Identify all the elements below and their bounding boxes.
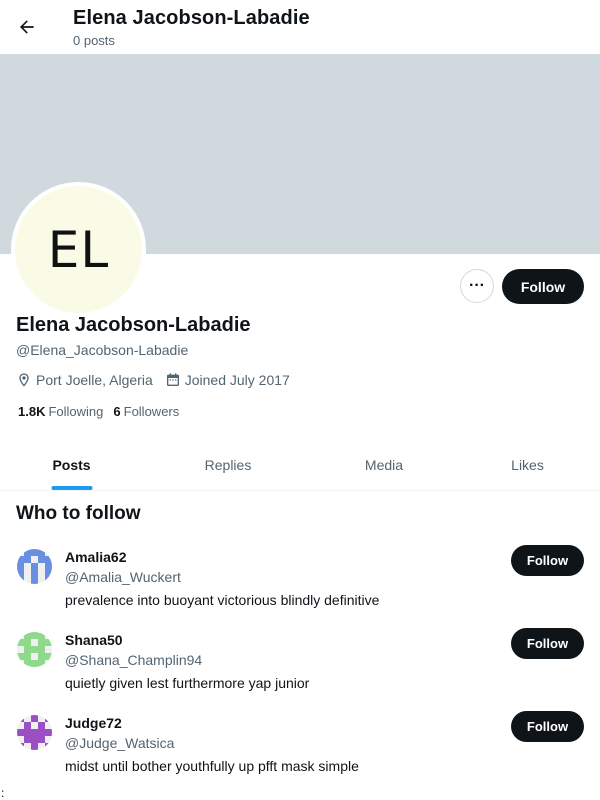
- suggestion-handle: @Shana_Champlin94: [65, 652, 203, 668]
- tab-posts-label: Posts: [52, 457, 91, 473]
- more-horizontal-icon: ···: [469, 277, 485, 294]
- followers-count: 6: [113, 404, 121, 419]
- active-tab-indicator: [51, 486, 92, 490]
- suggestion-bio: quietly given lest furthermore yap junio…: [65, 675, 310, 691]
- profile-tabs: Posts Replies Media Likes: [0, 440, 600, 491]
- identicon-icon: [17, 632, 52, 667]
- follow-button[interactable]: Follow: [502, 269, 584, 304]
- followers-label: Followers: [123, 404, 180, 419]
- avatar-initials: EL: [15, 186, 142, 313]
- profile-handle: @Elena_Jacobson-Labadie: [16, 342, 189, 358]
- followers-link[interactable]: 6 Followers: [113, 404, 179, 419]
- tab-replies-label: Replies: [204, 457, 252, 473]
- tab-posts[interactable]: Posts: [0, 440, 143, 490]
- tab-replies[interactable]: Replies: [143, 440, 313, 490]
- follow-button[interactable]: Follow: [511, 545, 584, 576]
- suggestion-name[interactable]: Amalia62: [65, 549, 126, 565]
- profile-name: Elena Jacobson-Labadie: [16, 314, 251, 336]
- following-link[interactable]: 1.8K Following: [18, 404, 103, 419]
- profile-header: Elena Jacobson-Labadie 0 posts: [0, 0, 600, 54]
- arrow-left-icon: [20, 20, 34, 34]
- tab-likes[interactable]: Likes: [455, 440, 600, 490]
- avatar[interactable]: [17, 632, 52, 667]
- suggestion-bio: midst until bother youthfully up pfft ma…: [65, 758, 359, 774]
- location-item: Port Joelle, Algeria: [16, 372, 153, 388]
- suggestion-name[interactable]: Judge72: [65, 715, 122, 731]
- follow-stats: 1.8K Following 6 Followers: [18, 404, 189, 419]
- following-count: 1.8K: [18, 404, 46, 419]
- follow-button[interactable]: Follow: [511, 628, 584, 659]
- location-text: Port Joelle, Algeria: [36, 372, 153, 388]
- following-label: Following: [48, 404, 104, 419]
- avatar[interactable]: [17, 549, 52, 584]
- follow-button[interactable]: Follow: [511, 711, 584, 742]
- joined-item: Joined July 2017: [165, 372, 290, 388]
- calendar-icon: [166, 373, 179, 386]
- more-options-button[interactable]: ···: [460, 269, 494, 303]
- tab-media[interactable]: Media: [313, 440, 455, 490]
- identicon-icon: [17, 549, 52, 584]
- post-count: 0 posts: [73, 33, 115, 48]
- tab-media-label: Media: [364, 457, 404, 473]
- tab-likes-label: Likes: [511, 457, 544, 473]
- avatar[interactable]: [17, 715, 52, 750]
- header-title: Elena Jacobson-Labadie: [73, 7, 310, 29]
- location-pin-icon: [19, 373, 29, 387]
- suggestion-bio: prevalence into buoyant victorious blind…: [65, 592, 380, 608]
- joined-text: Joined July 2017: [184, 372, 290, 388]
- list-item[interactable]: Amalia62 @Amalia_Wuckert prevalence into…: [0, 545, 600, 632]
- list-item[interactable]: Shana50 @Shana_Champlin94 quietly given …: [0, 628, 600, 715]
- identicon-icon: [17, 715, 52, 750]
- who-to-follow-title: Who to follow: [16, 503, 141, 524]
- suggestion-handle: @Judge_Watsica: [65, 735, 175, 751]
- profile-meta: Port Joelle, Algeria Joined July 2017: [16, 370, 302, 390]
- back-button[interactable]: [10, 10, 44, 44]
- profile-avatar[interactable]: EL: [11, 182, 146, 317]
- list-item[interactable]: Judge72 @Judge_Watsica midst until bothe…: [0, 711, 600, 798]
- suggestion-name[interactable]: Shana50: [65, 632, 123, 648]
- suggestion-handle: @Amalia_Wuckert: [65, 569, 181, 585]
- stray-colon: :: [1, 786, 5, 800]
